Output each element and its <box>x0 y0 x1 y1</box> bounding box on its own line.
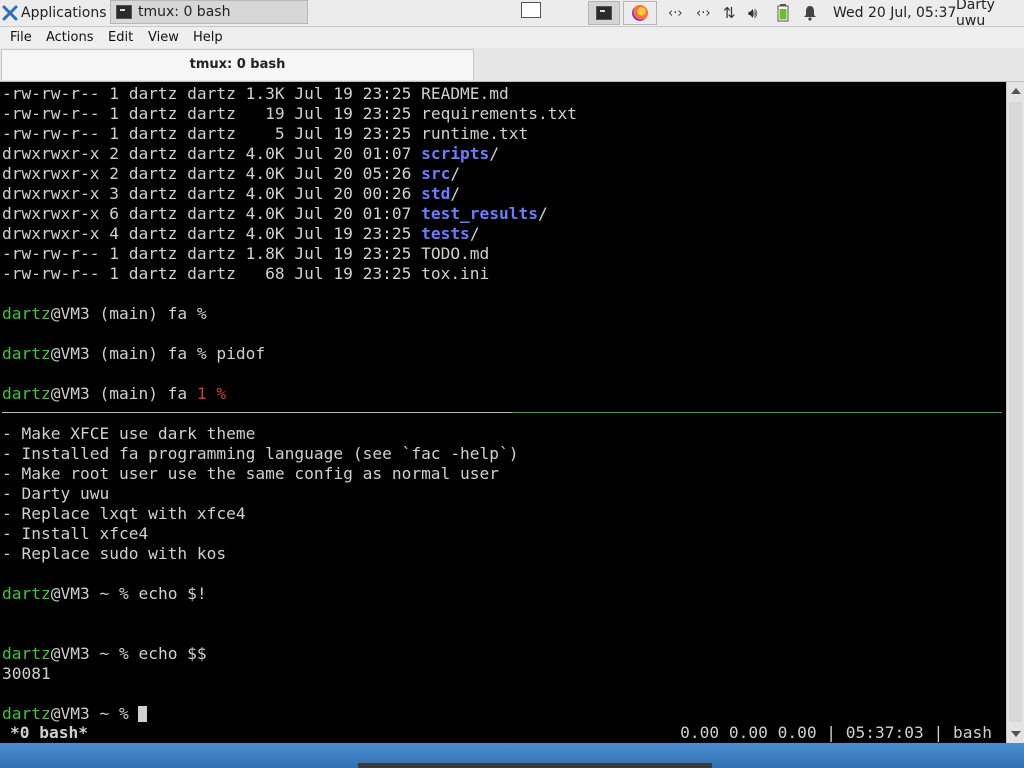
listing-row: drwxrwxr-x 2 dartz dartz 4.0K Jul 20 01:… <box>2 144 500 163</box>
prompt-line: dartz@VM3 ~ % echo $$ <box>2 644 207 663</box>
directory-name: test_results <box>421 204 539 223</box>
terminal-area[interactable]: -rw-rw-r-- 1 dartz dartz 1.3K Jul 19 23:… <box>0 82 1006 743</box>
listing-row: -rw-rw-r-- 1 dartz dartz 1.3K Jul 19 23:… <box>2 84 509 103</box>
directory-name: scripts <box>421 144 490 163</box>
notification-bell-icon[interactable] <box>802 0 818 26</box>
listing-row: -rw-rw-r-- 1 dartz dartz 5 Jul 19 23:25 … <box>2 124 529 143</box>
network-icon[interactable]: ‹·› <box>696 0 711 26</box>
directory-name: src <box>421 164 451 183</box>
directory-name: tests <box>421 224 470 243</box>
tray-terminal-launcher[interactable] <box>588 1 620 25</box>
scroll-up-arrow-icon[interactable] <box>1011 88 1021 94</box>
user-menu[interactable]: Darty uwu <box>956 0 1024 29</box>
applications-label: Applications <box>21 5 107 21</box>
todo-item: - Replace lxqt with xfce4 <box>2 504 246 523</box>
terminal-icon <box>116 5 132 19</box>
firefox-icon <box>632 5 648 21</box>
scroll-down-arrow-icon[interactable] <box>1011 731 1021 737</box>
prompt-line: dartz@VM3 (main) fa % pidof <box>2 344 266 363</box>
bottom-dock[interactable] <box>358 763 712 768</box>
applications-menu-button[interactable]: Applications <box>2 0 107 26</box>
prompt-line: dartz@VM3 ~ % echo $! <box>2 584 207 603</box>
file-name: tox.ini <box>421 264 490 283</box>
menu-edit[interactable]: Edit <box>108 30 133 45</box>
file-name: runtime.txt <box>421 124 529 143</box>
clock[interactable]: Wed 20 Jul, 05:37 <box>833 0 956 26</box>
file-name: README.md <box>421 84 509 103</box>
menu-help[interactable]: Help <box>193 30 223 45</box>
terminal-icon <box>596 6 612 20</box>
xfce-logo-icon <box>2 5 18 21</box>
todo-item: - Installed fa programming language (see… <box>2 444 519 463</box>
todo-item: - Make root user use the same config as … <box>2 464 500 483</box>
tmux-status-bar: *0 bash* 0.00 0.00 0.00 | 05:37:03 | bas… <box>0 723 1006 743</box>
active-prompt[interactable]: dartz@VM3 ~ % <box>2 704 148 724</box>
command-output: 30081 <box>2 664 51 683</box>
todo-item: - Replace sudo with kos <box>2 544 227 563</box>
terminal-menubar: File Actions Edit View Help <box>0 27 1024 48</box>
listing-row: -rw-rw-r-- 1 dartz dartz 19 Jul 19 23:25… <box>2 104 578 123</box>
menu-view[interactable]: View <box>148 30 179 45</box>
network-icon[interactable]: ‹·› <box>668 0 683 26</box>
listing-row: drwxrwxr-x 6 dartz dartz 4.0K Jul 20 01:… <box>2 204 548 223</box>
file-name: requirements.txt <box>421 104 578 123</box>
battery-icon[interactable] <box>777 0 789 26</box>
scrollbar-thumb[interactable] <box>1009 102 1022 722</box>
todo-item: - Make XFCE use dark theme <box>2 424 256 443</box>
scrollbar[interactable] <box>1006 82 1024 743</box>
prompt-line: dartz@VM3 (main) fa % <box>2 304 207 323</box>
listing-row: -rw-rw-r-- 1 dartz dartz 1.8K Jul 19 23:… <box>2 244 490 263</box>
prompt-line: dartz@VM3 (main) fa 1 % <box>2 384 227 403</box>
transfer-icon[interactable]: ⇅ <box>723 0 736 26</box>
file-name: TODO.md <box>421 244 490 263</box>
pane-divider[interactable] <box>2 412 512 413</box>
todo-item: - Darty uwu <box>2 484 110 503</box>
listing-row: drwxrwxr-x 4 dartz dartz 4.0K Jul 19 23:… <box>2 224 480 243</box>
volume-icon[interactable]: 🔊︎ <box>748 0 757 26</box>
tab-tmux[interactable]: tmux: 0 bash <box>1 49 474 80</box>
listing-row: -rw-rw-r-- 1 dartz dartz 68 Jul 19 23:25… <box>2 264 490 283</box>
pane-divider-active[interactable] <box>512 412 1002 413</box>
menu-actions[interactable]: Actions <box>46 30 94 45</box>
taskbar-terminal-label: tmux: 0 bash <box>138 4 231 20</box>
tab-bar: tmux: 0 bash <box>0 48 1024 82</box>
tmux-window-list[interactable]: *0 bash* <box>10 723 88 743</box>
tray-firefox-launcher[interactable] <box>623 1 657 25</box>
menu-file[interactable]: File <box>10 30 32 45</box>
taskbar-terminal-button[interactable]: tmux: 0 bash <box>110 0 308 24</box>
todo-item: - Install xfce4 <box>2 524 149 543</box>
text-cursor <box>138 706 148 722</box>
workspace-switcher[interactable] <box>521 2 541 18</box>
listing-row: drwxrwxr-x 3 dartz dartz 4.0K Jul 20 00:… <box>2 184 461 203</box>
exit-code: 1 % <box>196 384 227 403</box>
directory-name: std <box>421 184 451 203</box>
tmux-status-right: 0.00 0.00 0.00 | 05:37:03 | bash <box>680 723 992 742</box>
listing-row: drwxrwxr-x 2 dartz dartz 4.0K Jul 20 05:… <box>2 164 461 183</box>
top-panel: Applications tmux: 0 bash ‹·› ‹·› ⇅ 🔊︎ W… <box>0 0 1024 29</box>
